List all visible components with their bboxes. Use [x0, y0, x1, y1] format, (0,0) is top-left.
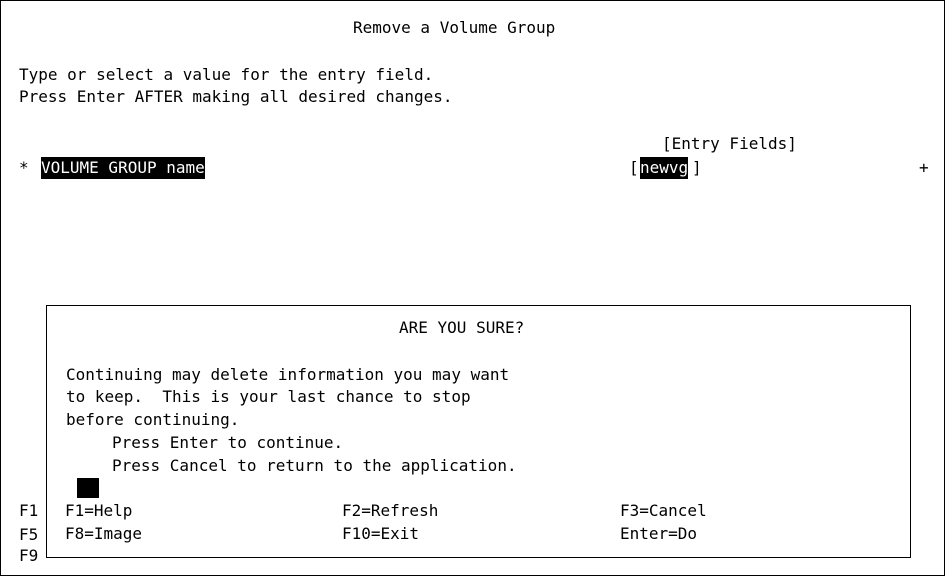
dialog-message-line-3: before continuing. — [66, 410, 240, 429]
do-key[interactable]: Enter=Do — [620, 523, 697, 545]
dialog-message-line-1: Continuing may delete information you ma… — [66, 365, 510, 384]
outer-fkey-f9[interactable]: F9 — [19, 545, 38, 567]
dialog-prompt-cancel: Press Cancel to return to the applicatio… — [112, 456, 517, 475]
screen-title: Remove a Volume Group — [353, 18, 556, 37]
list-marker[interactable]: + — [919, 157, 929, 179]
dialog-prompt-continue: Press Enter to continue. — [112, 433, 344, 452]
dialog-title: ARE YOU SURE? — [399, 318, 525, 337]
required-marker: * — [19, 158, 29, 177]
image-key[interactable]: F8=Image — [65, 523, 142, 545]
outer-fkey-f1[interactable]: F1 — [19, 500, 38, 522]
help-key[interactable]: F1=Help — [65, 500, 132, 522]
instruction-line-2: Press Enter AFTER making all desired cha… — [19, 87, 453, 106]
are-you-sure-dialog: ARE YOU SURE? Continuing may delete info… — [46, 305, 911, 558]
entry-fields-header: [Entry Fields] — [662, 134, 797, 153]
dialog-message-line-2: to keep. This is your last chance to sto… — [66, 387, 471, 406]
text-cursor — [77, 478, 99, 498]
field-close-bracket: ] — [692, 158, 702, 177]
instruction-line-1: Type or select a value for the entry fie… — [19, 65, 434, 84]
cancel-key[interactable]: F3=Cancel — [620, 500, 707, 522]
field-open-bracket: [ — [629, 158, 639, 177]
refresh-key[interactable]: F2=Refresh — [342, 500, 438, 522]
outer-fkey-f5[interactable]: F5 — [19, 524, 38, 546]
exit-key[interactable]: F10=Exit — [342, 523, 419, 545]
volume-group-name-field[interactable]: newvg — [640, 157, 689, 179]
volume-group-name-label[interactable]: VOLUME GROUP name — [41, 157, 205, 179]
